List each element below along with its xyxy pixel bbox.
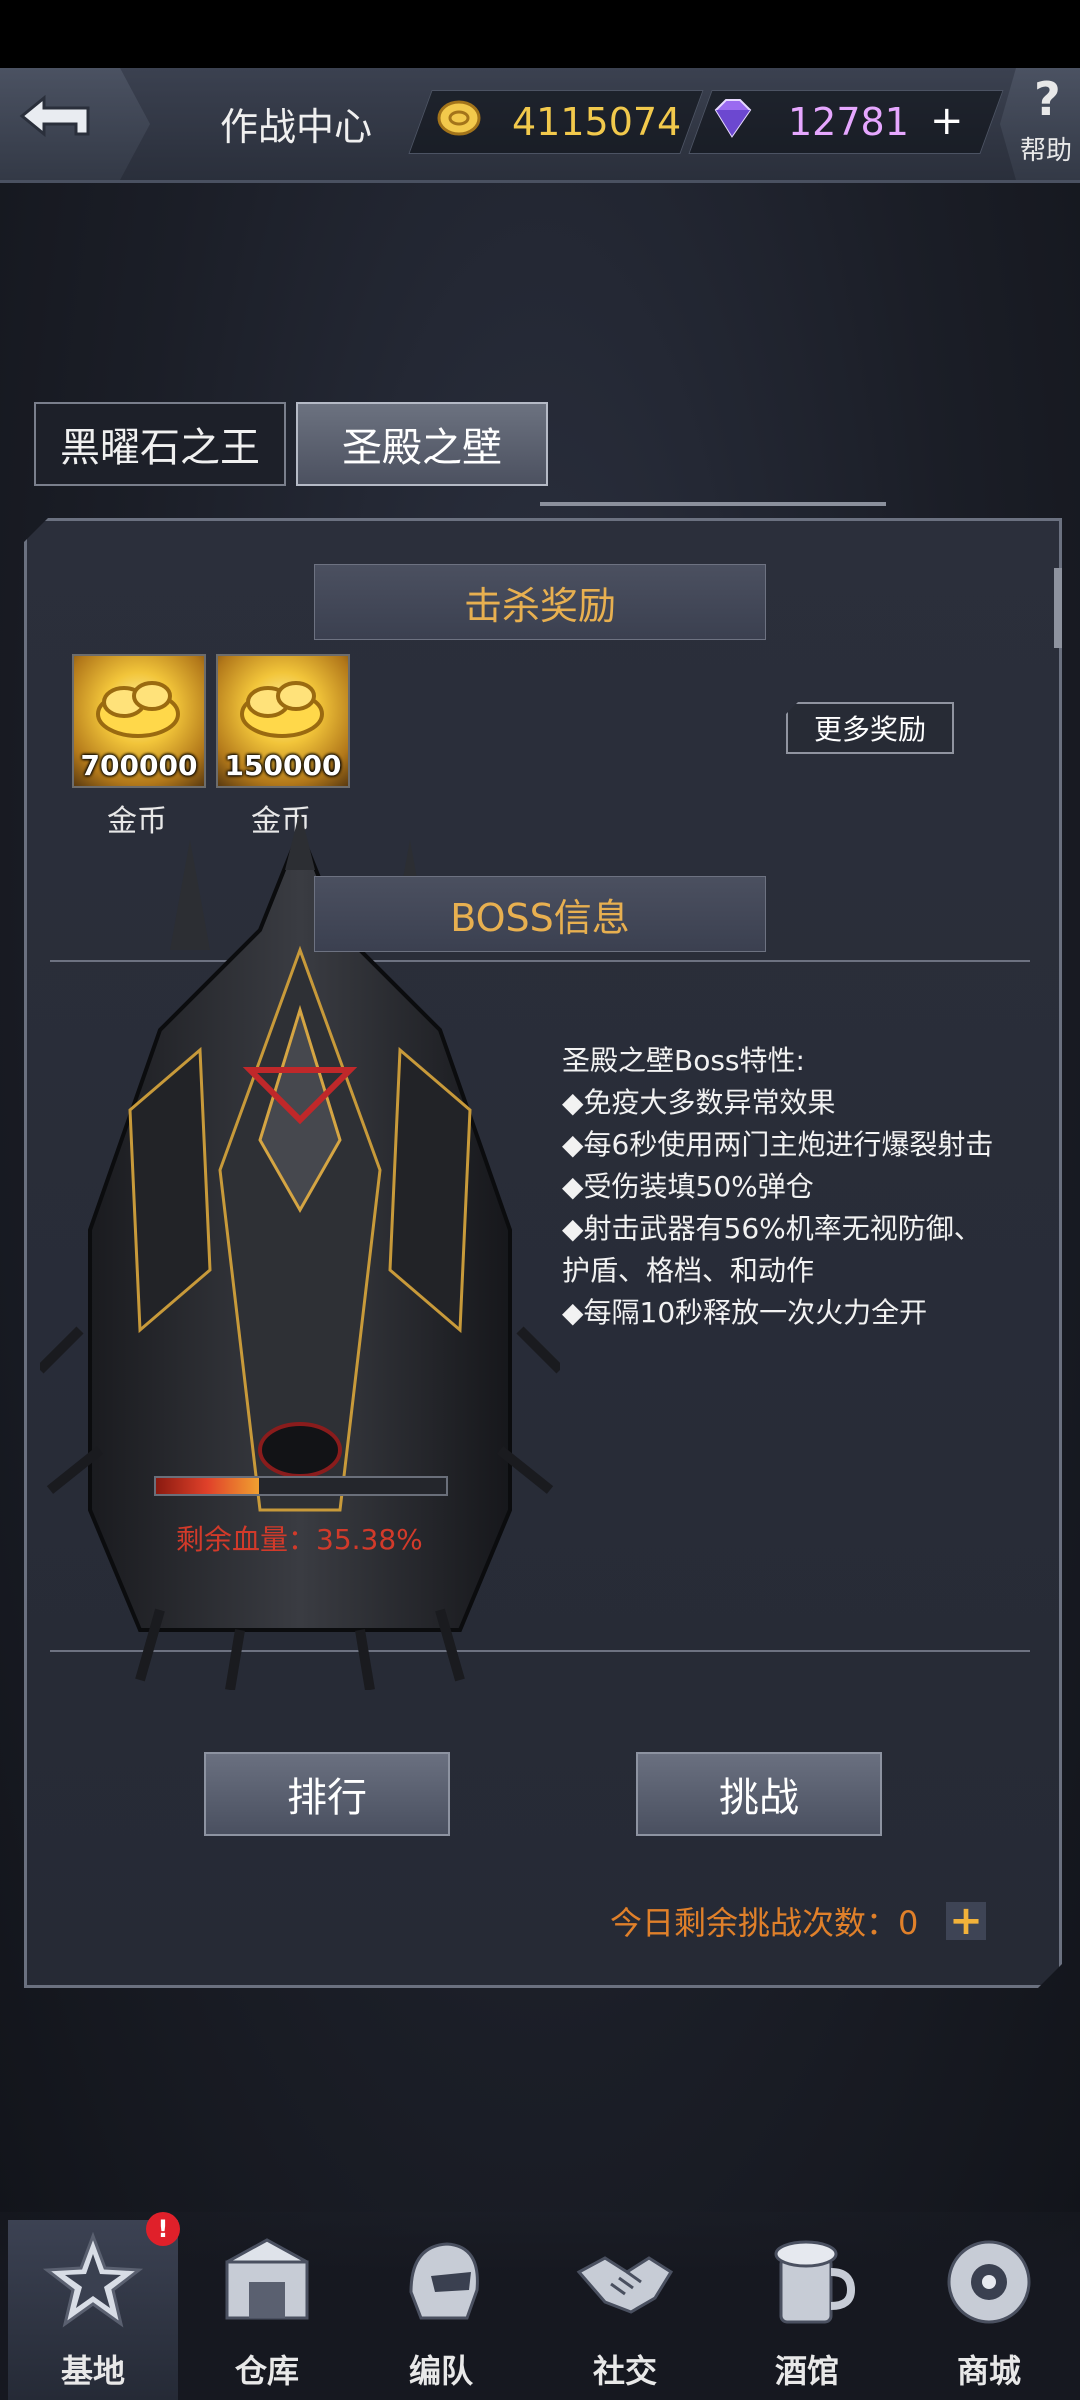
reward-item[interactable]: 700000 (72, 654, 206, 788)
gold-amount: 4115074 (512, 100, 682, 144)
nav-shop[interactable]: 商城 (904, 2220, 1074, 2400)
nav-social[interactable]: 社交 (540, 2220, 710, 2400)
status-strip (0, 0, 1080, 68)
tab-obsidian-king[interactable]: 黑曜石之王 (34, 402, 286, 486)
nav-label: 编队 (408, 2352, 473, 2390)
back-arrow-icon (19, 94, 90, 138)
boss-hp-text: 剩余血量：35.38% (176, 1523, 423, 1556)
boss-trait: ◆每隔10秒释放一次火力全开 (562, 1296, 928, 1329)
reward-amount: 700000 (80, 749, 198, 782)
nav-formation[interactable]: 编队 (356, 2220, 526, 2400)
reward-amount: 150000 (224, 749, 342, 782)
challenge-button[interactable]: 挑战 (636, 1752, 882, 1836)
gold-coin-icon (437, 100, 481, 136)
boss-traits: 圣殿之壁Boss特性: ◆免疫大多数异常效果 ◆每6秒使用两门主炮进行爆裂射击 … (562, 1040, 1002, 1334)
top-bar: 作战中心 4115074 12781 + ? 帮助 (0, 68, 1080, 183)
gem-icon (714, 99, 752, 138)
base-star-icon (43, 2232, 143, 2328)
shop-robot-icon (947, 2240, 1031, 2324)
nav-label: 社交 (592, 2352, 657, 2390)
nav-warehouse[interactable]: 仓库 (182, 2220, 352, 2400)
ranking-button[interactable]: 排行 (204, 1752, 450, 1836)
remaining-challenges-text: 今日剩余挑战次数：0 (610, 1904, 919, 1942)
nav-base[interactable]: 基地 (8, 2220, 178, 2400)
boss-info-title: BOSS信息 (314, 876, 766, 952)
tavern-mug-icon (774, 2240, 856, 2324)
back-button[interactable] (0, 68, 150, 180)
boss-hp-fill (156, 1478, 259, 1494)
boss-traits-title: 圣殿之壁Boss特性: (562, 1044, 805, 1077)
boss-trait: ◆射击武器有56%机率无视防御、护盾、格档、和动作 (562, 1212, 982, 1287)
boss-trait: ◆受伤装填50%弹仓 (562, 1170, 814, 1203)
formation-helmet-icon (409, 2242, 479, 2320)
boss-trait: ◆免疫大多数异常效果 (562, 1086, 836, 1119)
reward-item[interactable]: 150000 (216, 654, 350, 788)
add-gems-button[interactable]: + (930, 98, 964, 144)
add-challenges-button[interactable]: + (946, 1898, 986, 1944)
gem-amount: 12781 (788, 100, 909, 144)
tab-temple-wall[interactable]: 圣殿之壁 (296, 402, 548, 486)
boss-hp-bar (154, 1476, 448, 1496)
alert-badge: ! (146, 2212, 180, 2246)
gold-coin-pile-icon (96, 681, 180, 738)
help-label: 帮助 (1020, 136, 1073, 166)
more-rewards-button[interactable]: 更多奖励 (786, 702, 954, 754)
panel-divider (540, 502, 886, 506)
gold-coin-pile-icon (240, 681, 324, 738)
help-question-icon: ? (1034, 72, 1061, 126)
kill-rewards-title: 击杀奖励 (314, 564, 766, 640)
nav-label: 商城 (956, 2352, 1021, 2390)
nav-label: 酒馆 (774, 2352, 839, 2390)
warehouse-icon (225, 2238, 309, 2320)
nav-tavern[interactable]: 酒馆 (722, 2220, 892, 2400)
scrollbar[interactable] (1054, 568, 1062, 648)
page-title: 作战中心 (220, 105, 373, 149)
nav-label: 基地 (60, 2352, 125, 2390)
help-button[interactable]: ? 帮助 (1000, 68, 1080, 180)
handshake-icon (576, 2256, 674, 2314)
boss-trait: ◆每6秒使用两门主炮进行爆裂射击 (562, 1128, 994, 1161)
nav-label: 仓库 (234, 2352, 299, 2390)
